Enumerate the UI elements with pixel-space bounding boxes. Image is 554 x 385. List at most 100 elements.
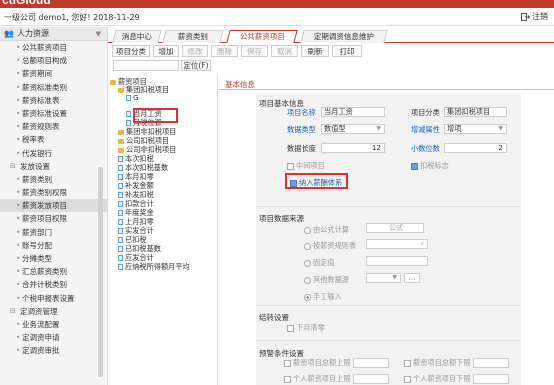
locate-input[interactable]: [113, 60, 179, 71]
locate-button[interactable]: 定位(F): [181, 60, 211, 71]
sidebar-title: 人力资源: [16, 29, 49, 38]
tax-flag-checkbox[interactable]: 扣税标志: [411, 161, 449, 171]
warn-input[interactable]: [352, 374, 389, 384]
sidebar-scrollbar[interactable]: [98, 167, 103, 377]
rule-table-field[interactable]: ⌕: [366, 239, 428, 249]
tree-item[interactable]: 本次扣税: [118, 155, 154, 163]
sidebar-item[interactable]: 代发银行: [0, 147, 107, 160]
datatype-select[interactable]: 数值型 ▼: [321, 124, 385, 134]
sidebar-group[interactable]: 发放设置: [0, 160, 107, 173]
source-radio[interactable]: 固定值: [304, 258, 335, 268]
tree-item[interactable]: 年度奖金: [118, 209, 154, 217]
tree-item[interactable]: 已扣税基数: [118, 245, 161, 253]
tree-item[interactable]: 本次扣税基数: [118, 164, 168, 172]
chevron-down-icon: ▼: [498, 125, 503, 132]
warn-input[interactable]: [472, 358, 509, 368]
sidebar-item[interactable]: 薪资标准表: [0, 94, 107, 107]
toolbar-button[interactable]: 保存: [241, 45, 268, 57]
warn-checkbox[interactable]: 薪资项目总额下限: [404, 358, 509, 368]
carry-section-title: 结转设置: [259, 313, 289, 322]
toolbar-button[interactable]: 刷新: [301, 45, 329, 57]
toolbar-button[interactable]: 删除: [211, 45, 238, 57]
sidebar-item[interactable]: 业务流配置: [0, 318, 107, 331]
tab-2[interactable]: 薪资类别: [162, 30, 224, 43]
warn-input[interactable]: [352, 358, 389, 368]
sidebar-group[interactable]: 定调资管理: [0, 305, 107, 318]
sidebar-item[interactable]: 定调资申请: [0, 331, 107, 344]
logout-button[interactable]: 注销: [521, 11, 548, 22]
chevron-down-icon: ▼: [392, 274, 397, 281]
sidebar-item[interactable]: 合并计税类别: [0, 278, 107, 291]
datasource-select[interactable]: ▼: [366, 273, 401, 283]
tree-item[interactable]: 上月扣零: [118, 218, 154, 226]
warn-label: 薪资项目总额上限: [293, 358, 351, 367]
source-radio[interactable]: 由公式计算: [304, 225, 349, 235]
tree-item[interactable]: G: [126, 94, 139, 102]
mid-item-checkbox[interactable]: 中间项目: [287, 161, 325, 171]
category-field[interactable]: 集团扣税项目: [444, 107, 507, 117]
sidebar-item[interactable]: 薪资项目权限: [0, 212, 107, 225]
sidebar-item[interactable]: 定调资审批: [0, 344, 107, 357]
checkbox-box: [404, 375, 411, 383]
toolbar-button[interactable]: 修改: [182, 45, 208, 57]
sidebar-item[interactable]: 个税申报表设置: [0, 292, 107, 305]
tree-folder[interactable]: 集团扣税项目: [118, 86, 169, 94]
sidebar-item[interactable]: 分摊类型: [0, 252, 107, 265]
formula-button[interactable]: 公式: [366, 223, 424, 233]
sidebar-item[interactable]: 薪资期间: [0, 67, 107, 80]
sidebar-item[interactable]: 薪资标准设置: [0, 107, 107, 120]
sidebar-item[interactable]: 薪资类别: [0, 173, 107, 186]
tree-item[interactable]: 补发扣税: [118, 191, 154, 199]
tree-item[interactable]: 扣款合计: [118, 200, 154, 208]
decimals-field[interactable]: 2: [444, 143, 507, 153]
clear-next-month-checkbox[interactable]: 下月清零: [287, 323, 325, 333]
tree-folder[interactable]: 公司扣税项目: [118, 137, 169, 145]
more-button[interactable]: …: [404, 273, 420, 283]
sidebar-item[interactable]: 薪资部门: [0, 226, 107, 239]
sidebar-item[interactable]: 总额项目构成: [0, 54, 107, 67]
tree-item[interactable]: 本月扣零: [118, 173, 154, 181]
source-radio[interactable]: 其他数据源: [304, 275, 349, 285]
tree-item[interactable]: 已扣税: [118, 236, 147, 244]
toolbar-button[interactable]: 取消: [271, 45, 298, 57]
toolbar-button[interactable]: 项目分类: [112, 45, 150, 57]
fixed-value-field[interactable]: [366, 256, 428, 266]
warn-label: 个人薪资项目上限: [293, 374, 351, 383]
tree-item[interactable]: 应发合计: [118, 254, 154, 262]
sidebar-item[interactable]: 汇总薪资类别: [0, 265, 107, 278]
tree-item[interactable]: 补发金额: [118, 182, 154, 190]
radio-label: 由公式计算: [313, 225, 349, 234]
document-icon: [118, 183, 123, 189]
sidebar-item[interactable]: 公共薪资项目: [0, 41, 107, 54]
warn-checkbox[interactable]: 个人薪资项目上限: [284, 374, 389, 384]
tree-folder[interactable]: 公司非扣税项目: [118, 146, 176, 154]
source-radio[interactable]: 手工输入: [304, 292, 342, 302]
checkbox-box: [411, 162, 418, 170]
tree-folder[interactable]: 集团非扣税项目: [118, 128, 176, 136]
toolbar-button[interactable]: 打印: [332, 45, 362, 57]
warn-checkbox[interactable]: 个人薪资项目下限: [404, 374, 509, 384]
tab-1[interactable]: 消息中心: [112, 30, 162, 43]
sidebar-item[interactable]: 薪资类别权限: [0, 186, 107, 199]
sidebar-item[interactable]: 税率表: [0, 133, 107, 146]
tree-item[interactable]: 应纳税所得额月平均: [118, 263, 190, 271]
sidebar-header[interactable]: 👥 人力资源 ▼: [0, 27, 107, 41]
tree-item[interactable]: 实发合计: [118, 227, 154, 235]
sidebar-item[interactable]: 薪资标准类别: [0, 81, 107, 94]
radio-circle: [304, 226, 311, 234]
name-field[interactable]: 当月工资: [321, 107, 385, 117]
sidebar-item[interactable]: 账号分配: [0, 239, 107, 252]
sidebar-item[interactable]: 薪资发放项目: [0, 199, 107, 213]
warn-checkbox[interactable]: 薪资项目总额上限: [284, 358, 389, 368]
tab-4[interactable]: 定期调资信息维护: [300, 30, 388, 43]
sidebar-item[interactable]: 薪资规则表: [0, 120, 107, 133]
tab-3[interactable]: 公共薪资项目: [226, 30, 298, 43]
increase-select[interactable]: 增项 ▼: [444, 124, 507, 134]
sidebar-list: 公共薪资项目总额项目构成薪资期间薪资标准类别薪资标准表薪资标准设置薪资规则表税率…: [0, 41, 107, 358]
toolbar-button[interactable]: 增加: [153, 45, 179, 57]
length-field[interactable]: 12: [321, 143, 385, 153]
length-label: 数据长度: [287, 144, 316, 153]
source-radio[interactable]: 按薪资规则表: [304, 241, 356, 251]
warn-input[interactable]: [472, 374, 509, 384]
radio-label: 其他数据源: [313, 275, 349, 284]
